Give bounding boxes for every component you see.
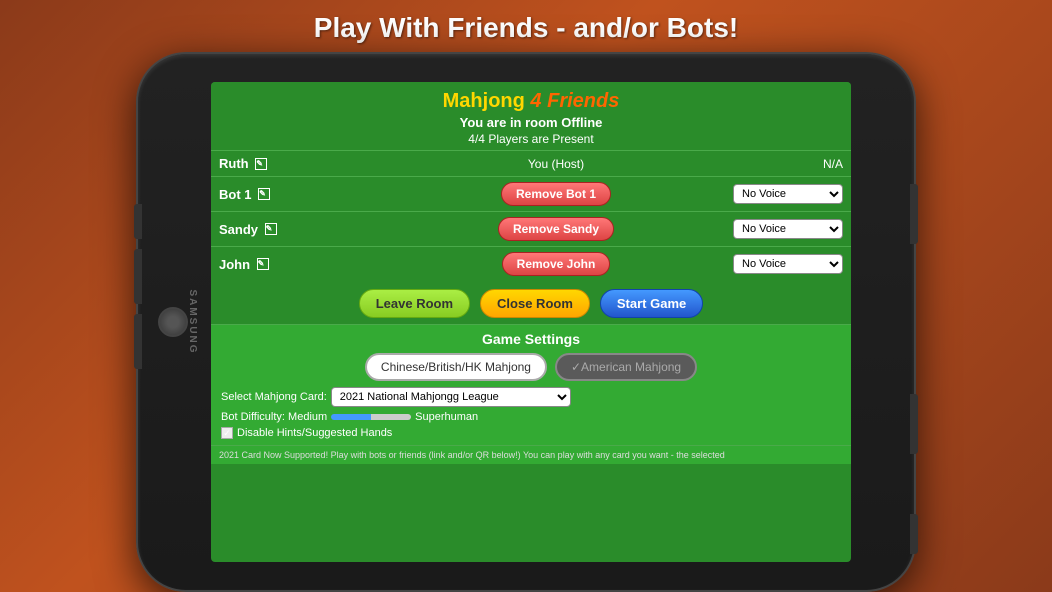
phone-side-btn-3[interactable] bbox=[134, 314, 142, 369]
player-name-bot1: Bot 1 ✎ bbox=[211, 177, 411, 212]
hints-checkbox[interactable]: ✓ bbox=[221, 427, 233, 439]
game-header: Mahjong 4 Friends You are in room Offlin… bbox=[211, 82, 851, 150]
voice-select-sandy[interactable]: No Voice Voice 1 Voice 2 bbox=[733, 219, 843, 239]
table-row: Sandy ✎ Remove Sandy No Voice Voice 1 Vo… bbox=[211, 212, 851, 247]
samsung-label: SAMSUNG bbox=[187, 289, 198, 354]
difficulty-label: Bot Difficulty: Medium bbox=[221, 411, 327, 423]
player-action-john: Remove John bbox=[411, 247, 701, 282]
remove-bot1-button[interactable]: Remove Bot 1 bbox=[501, 182, 611, 206]
edit-icon[interactable]: ✎ bbox=[258, 188, 270, 200]
action-buttons-row: Leave Room Close Room Start Game bbox=[211, 281, 851, 324]
game-title-mahjong: Mahjong bbox=[443, 90, 525, 112]
player-voice-john: No Voice Voice 1 Voice 2 bbox=[701, 247, 851, 282]
settings-title: Game Settings bbox=[221, 331, 841, 347]
phone-side-btn-1[interactable] bbox=[134, 204, 142, 239]
edit-icon[interactable]: ✎ bbox=[255, 158, 267, 170]
player-voice-sandy: No Voice Voice 1 Voice 2 bbox=[701, 212, 851, 247]
host-label: You (Host) bbox=[528, 157, 584, 171]
chinese-mahjong-button[interactable]: Chinese/British/HK Mahjong bbox=[365, 353, 547, 381]
player-na-ruth: N/A bbox=[701, 151, 851, 177]
hints-row: ✓ Disable Hints/Suggested Hands bbox=[221, 427, 841, 439]
game-title: Mahjong 4 Friends bbox=[216, 90, 846, 113]
edit-icon[interactable]: ✎ bbox=[257, 258, 269, 270]
difficulty-slider[interactable] bbox=[331, 414, 411, 420]
phone-right-btn-1[interactable] bbox=[910, 184, 918, 244]
hints-label: Disable Hints/Suggested Hands bbox=[237, 427, 392, 439]
player-name-ruth: Ruth ✎ bbox=[211, 151, 411, 177]
start-game-button[interactable]: Start Game bbox=[600, 289, 703, 318]
card-label: Select Mahjong Card: bbox=[221, 391, 327, 403]
voice-select-john[interactable]: No Voice Voice 1 Voice 2 bbox=[733, 254, 843, 274]
edit-icon[interactable]: ✎ bbox=[265, 223, 277, 235]
phone-screen: Mahjong 4 Friends You are in room Offlin… bbox=[211, 82, 851, 562]
mahjong-type-buttons: Chinese/British/HK Mahjong ✓American Mah… bbox=[221, 353, 841, 381]
room-status: You are in room Offline bbox=[216, 115, 846, 130]
table-row: Bot 1 ✎ Remove Bot 1 No Voice Voice 1 Vo… bbox=[211, 177, 851, 212]
player-table: Ruth ✎ You (Host) N/A Bot 1 ✎ Remove Bot… bbox=[211, 150, 851, 281]
difficulty-row: Bot Difficulty: Medium Superhuman bbox=[221, 411, 841, 423]
players-status: 4/4 Players are Present bbox=[216, 132, 846, 146]
phone-side-btn-2[interactable] bbox=[134, 249, 142, 304]
phone-camera bbox=[158, 307, 188, 337]
phone-right-btn-2[interactable] bbox=[910, 394, 918, 454]
game-title-friends: 4 Friends bbox=[530, 90, 619, 112]
game-settings-section: Game Settings Chinese/British/HK Mahjong… bbox=[211, 324, 851, 445]
voice-select-bot1[interactable]: No Voice Voice 1 Voice 2 bbox=[733, 184, 843, 204]
table-row: Ruth ✎ You (Host) N/A bbox=[211, 151, 851, 177]
player-name-john: John ✎ bbox=[211, 247, 411, 282]
close-room-button[interactable]: Close Room bbox=[480, 289, 590, 318]
na-value: N/A bbox=[823, 157, 843, 171]
player-role-ruth: You (Host) bbox=[411, 151, 701, 177]
remove-sandy-button[interactable]: Remove Sandy bbox=[498, 217, 614, 241]
card-select-dropdown[interactable]: 2021 National Mahjongg League 2020 Natio… bbox=[331, 387, 571, 407]
table-row: John ✎ Remove John No Voice Voice 1 Voic… bbox=[211, 247, 851, 282]
american-mahjong-button[interactable]: ✓American Mahjong bbox=[555, 353, 697, 381]
card-select-row: Select Mahjong Card: 2021 National Mahjo… bbox=[221, 387, 841, 407]
player-name-sandy: Sandy ✎ bbox=[211, 212, 411, 247]
leave-room-button[interactable]: Leave Room bbox=[359, 289, 470, 318]
phone-right-btn-3[interactable] bbox=[910, 514, 918, 554]
player-action-sandy: Remove Sandy bbox=[411, 212, 701, 247]
player-voice-bot1: No Voice Voice 1 Voice 2 bbox=[701, 177, 851, 212]
page-title: Play With Friends - and/or Bots! bbox=[0, 0, 1052, 52]
player-action-bot1: Remove Bot 1 bbox=[411, 177, 701, 212]
remove-john-button[interactable]: Remove John bbox=[502, 252, 611, 276]
footer-text: 2021 Card Now Supported! Play with bots … bbox=[211, 445, 851, 464]
difficulty-right: Superhuman bbox=[415, 411, 478, 423]
